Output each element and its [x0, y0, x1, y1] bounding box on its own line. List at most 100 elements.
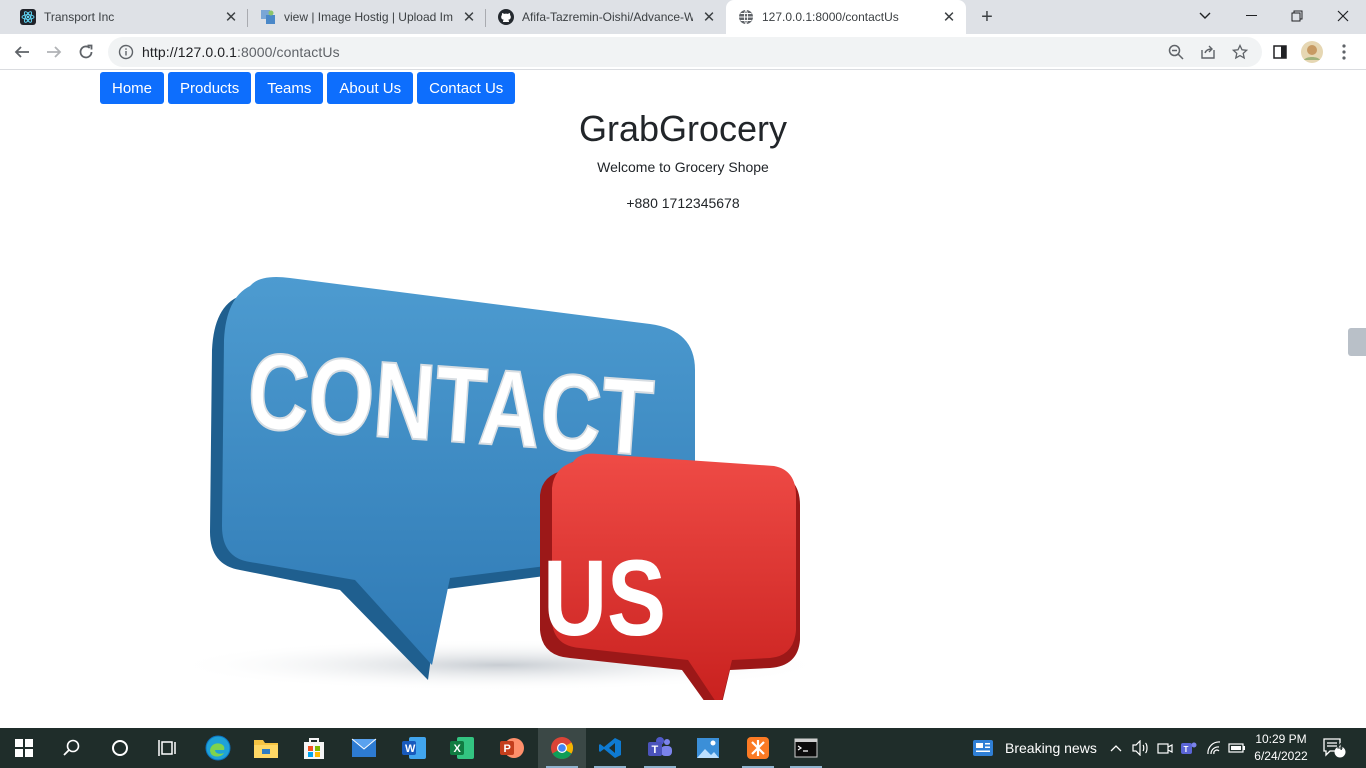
battery-button[interactable]: [1228, 728, 1246, 768]
side-panel-button[interactable]: [1268, 40, 1292, 64]
url-text: http://127.0.0.1:8000/contactUs: [142, 44, 340, 60]
search-button[interactable]: [48, 728, 96, 768]
teams-icon: T: [648, 737, 672, 756]
edge-icon: [205, 735, 231, 761]
close-tab-icon[interactable]: ✕: [699, 7, 719, 27]
nav-teams-button[interactable]: Teams: [255, 72, 324, 104]
tab-title: Afifa-Tazremin-Oishi/Advance-W: [522, 10, 693, 24]
svg-text:T: T: [1184, 745, 1189, 754]
terminal-app[interactable]: [782, 728, 830, 768]
restore-button[interactable]: [1274, 0, 1320, 32]
terminal-icon: [794, 738, 818, 758]
bookmark-star-icon[interactable]: [1232, 44, 1248, 60]
volume-icon: [1132, 740, 1148, 756]
tab-image-hosting[interactable]: view | Image Hostig | Upload Ima ✕: [248, 0, 486, 34]
svg-text:P: P: [504, 743, 511, 755]
close-tab-icon[interactable]: ✕: [221, 7, 241, 27]
windows-logo-icon: [15, 739, 33, 757]
xampp-icon: [747, 737, 769, 759]
profile-avatar[interactable]: [1300, 40, 1324, 64]
task-view-icon: [158, 740, 176, 756]
volume-button[interactable]: [1132, 728, 1150, 768]
cortana-button[interactable]: [96, 728, 144, 768]
side-panel-icon: [1273, 45, 1287, 59]
site-info-icon[interactable]: [118, 44, 134, 60]
battery-icon: [1228, 743, 1245, 753]
page-content: Home Products Teams About Us Contact Us …: [0, 70, 1366, 728]
teams-tray-button[interactable]: T: [1180, 728, 1198, 768]
wifi-icon: [1207, 741, 1221, 755]
phone-number: +880 1712345678: [626, 195, 740, 211]
svg-text:T: T: [652, 744, 659, 756]
chevron-up-icon: [1110, 745, 1122, 752]
contact-us-image: CONTACT US: [170, 277, 830, 700]
close-window-button[interactable]: [1320, 0, 1366, 32]
tab-search-button[interactable]: [1182, 0, 1228, 32]
new-tab-button[interactable]: +: [975, 6, 999, 28]
action-center-button[interactable]: 4: [1322, 728, 1346, 768]
tab-transport-inc[interactable]: Transport Inc ✕: [0, 0, 248, 34]
cortana-icon: [112, 740, 128, 756]
clock[interactable]: 10:29 PM 6/24/2022: [1248, 731, 1314, 765]
reload-button[interactable]: [74, 40, 98, 64]
share-icon[interactable]: [1200, 44, 1216, 60]
nav-products-button[interactable]: Products: [168, 72, 252, 104]
news-widget[interactable]: Breaking news: [972, 728, 1097, 768]
wifi-button[interactable]: [1206, 728, 1222, 768]
mail-app[interactable]: [340, 728, 388, 768]
task-view-button[interactable]: [144, 728, 192, 768]
close-tab-icon[interactable]: ✕: [939, 7, 959, 27]
tab-title: Transport Inc: [44, 10, 115, 24]
browser-tab-strip: Transport Inc ✕ view | Image Hostig | Up…: [0, 0, 1366, 34]
teams-app[interactable]: T: [636, 728, 684, 768]
photos-app[interactable]: [684, 728, 732, 768]
avatar-icon: [1301, 41, 1323, 63]
minimize-button[interactable]: [1228, 0, 1274, 32]
welcome-text: Welcome to Grocery Shope: [597, 159, 769, 175]
nav-about-us-button[interactable]: About Us: [327, 72, 414, 104]
site-brand-title: GrabGrocery: [578, 108, 788, 149]
file-explorer-app[interactable]: [242, 728, 290, 768]
tab-title: 127.0.0.1:8000/contactUs: [762, 10, 899, 24]
minimize-icon: [1245, 15, 1257, 16]
nav-home-button[interactable]: Home: [100, 72, 165, 104]
news-icon: [973, 740, 993, 756]
powerpoint-app[interactable]: P: [488, 728, 536, 768]
tab-github-repo[interactable]: Afifa-Tazremin-Oishi/Advance-W ✕: [486, 0, 726, 34]
store-icon: [304, 738, 324, 759]
chrome-icon: [551, 737, 573, 759]
meet-now-button[interactable]: [1157, 728, 1173, 768]
store-app[interactable]: [290, 728, 338, 768]
arrow-left-icon: [14, 46, 29, 58]
start-button[interactable]: [0, 728, 48, 768]
address-bar[interactable]: http://127.0.0.1:8000/contactUs: [108, 37, 1262, 67]
close-tab-icon[interactable]: ✕: [459, 7, 479, 27]
tab-title: view | Image Hostig | Upload Ima: [284, 10, 453, 24]
tab-contact-us[interactable]: 127.0.0.1:8000/contactUs ✕: [726, 0, 966, 34]
powerpoint-icon: P: [500, 738, 524, 758]
tray-overflow[interactable]: [1110, 728, 1122, 768]
excel-app[interactable]: X: [438, 728, 486, 768]
restore-icon: [1291, 10, 1303, 22]
edge-app[interactable]: [194, 728, 242, 768]
zoom-icon[interactable]: [1168, 44, 1184, 60]
github-icon: [498, 9, 514, 25]
url-path: :8000/contactUs: [237, 44, 340, 60]
kebab-menu-icon: [1342, 44, 1346, 60]
side-handle-tab[interactable]: [1348, 328, 1366, 356]
nav-contact-us-button[interactable]: Contact Us: [417, 72, 516, 104]
chrome-app[interactable]: [538, 728, 586, 768]
close-icon: [1337, 10, 1349, 22]
menu-button[interactable]: [1332, 40, 1356, 64]
excel-icon: X: [450, 737, 474, 759]
news-label: Breaking news: [1005, 740, 1097, 756]
react-icon: [20, 9, 36, 25]
word-app[interactable]: W: [390, 728, 438, 768]
svg-text:W: W: [405, 743, 416, 755]
globe-icon: [738, 9, 754, 25]
forward-button[interactable]: [42, 40, 66, 64]
vscode-app[interactable]: [586, 728, 634, 768]
image-host-icon: [260, 9, 276, 25]
xampp-app[interactable]: [734, 728, 782, 768]
back-button[interactable]: [10, 40, 34, 64]
